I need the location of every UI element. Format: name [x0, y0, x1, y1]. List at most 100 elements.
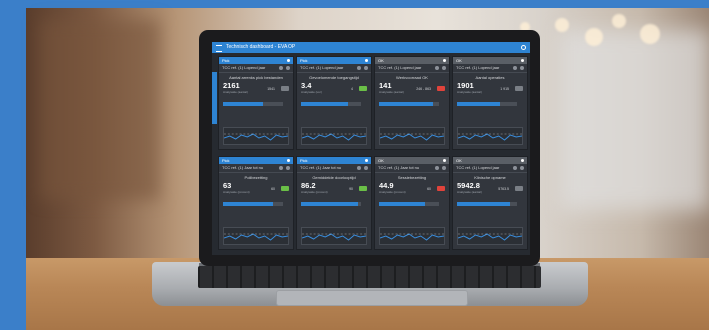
- dashboard-widget[interactable]: OK TCC ref. (1) Jaar tot nu Sessiebezettin…: [374, 156, 450, 250]
- widget-subheader: TCC ref. (1) Lopend jaar: [453, 164, 527, 173]
- trend-chart: [223, 227, 289, 245]
- progress-bar: [223, 202, 273, 206]
- widget-header-label: Pick: [222, 58, 230, 63]
- widget-secondary-value: 1541: [267, 87, 275, 91]
- status-badge: [281, 86, 289, 91]
- dashboard-widget[interactable]: Pick TCC ref. (1) Jaar tot nu Polibezettin…: [218, 156, 294, 250]
- progress-bar: [457, 202, 510, 206]
- settings-icon[interactable]: [364, 166, 368, 170]
- widget-subheader: TCC ref. (1) Lopend jaar: [297, 64, 371, 73]
- widget-subheader: TCC ref. (1) Jaar tot nu: [375, 164, 449, 173]
- widget-secondary-value: 60: [427, 187, 431, 191]
- progress-bar: [223, 102, 263, 106]
- widget-subheader: TCC ref. (1) Lopend jaar: [375, 64, 449, 73]
- dashboard-widget[interactable]: Pick TCC ref. (1) Jaar tot nu Gemiddelde d…: [296, 156, 372, 250]
- expand-icon[interactable]: [521, 59, 524, 62]
- widget-subheader: TCC ref. (1) Jaar tot nu: [297, 164, 371, 173]
- widget-subheader-label: TCC ref. (1) Lopend jaar: [300, 65, 344, 70]
- progress-bar: [379, 202, 425, 206]
- widget-secondary-value: 60: [271, 187, 275, 191]
- dashboard-widget[interactable]: OK TCC ref. (1) Lopend jaar Werkvoorraad O…: [374, 56, 450, 150]
- status-badge: [515, 86, 523, 91]
- laptop-keyboard: [198, 266, 541, 288]
- filter-icon[interactable]: [435, 166, 439, 170]
- widget-header-label: Pick: [300, 158, 308, 163]
- top-frame-strip: [0, 0, 709, 8]
- settings-icon[interactable]: [286, 66, 290, 70]
- background-window: [560, 30, 709, 210]
- widget-subheader-label: TCC ref. (1) Lopend jaar: [456, 165, 500, 170]
- bokeh-light: [612, 14, 626, 28]
- status-badge: [515, 186, 523, 191]
- dashboard-widget[interactable]: Pick TCC ref. (1) Lopend jaar Gevoelomende…: [296, 56, 372, 150]
- expand-icon[interactable]: [443, 59, 446, 62]
- widget-title: Gevoelomende toegangstijd: [309, 75, 359, 80]
- trend-chart: [301, 127, 367, 145]
- gear-icon[interactable]: [521, 45, 526, 50]
- filter-icon[interactable]: [279, 66, 283, 70]
- menu-icon[interactable]: [216, 45, 222, 52]
- widget-header-label: Pick: [300, 58, 308, 63]
- trend-chart: [457, 227, 523, 245]
- settings-icon[interactable]: [520, 66, 524, 70]
- trend-line: [302, 133, 366, 141]
- widget-title: Sessiebezetting: [397, 175, 427, 180]
- settings-icon[interactable]: [286, 166, 290, 170]
- widget-header: OK: [453, 157, 527, 164]
- widget-header: Pick: [219, 157, 293, 164]
- dashboard-screen: Technisch dashboard - EVA OP Pick TCC ref…: [212, 42, 530, 255]
- trend-line: [380, 233, 444, 241]
- progress-bar: [457, 102, 500, 106]
- dashboard-widget[interactable]: OK TCC ref. (1) Lopend jaar Aantal operati…: [452, 56, 528, 150]
- app-title-suffix: OP: [288, 44, 296, 50]
- trend-chart: [223, 127, 289, 145]
- widget-subheader-label: TCC ref. (1) Jaar tot nu: [378, 165, 420, 170]
- expand-icon[interactable]: [287, 59, 290, 62]
- trend-line: [302, 233, 366, 241]
- widget-header-label: OK: [378, 58, 384, 63]
- widget-header: OK: [453, 57, 527, 64]
- trend-chart: [301, 227, 367, 245]
- widget-subheader: TCC ref. (1) Lopend jaar: [219, 64, 293, 73]
- settings-icon[interactable]: [442, 66, 446, 70]
- widget-header: OK: [375, 57, 449, 64]
- widget-header-label: OK: [456, 158, 462, 163]
- widget-title: Polibezetting: [244, 175, 268, 180]
- filter-icon[interactable]: [435, 66, 439, 70]
- expand-icon[interactable]: [365, 159, 368, 162]
- widget-subheader-label: TCC ref. (1) Lopend jaar: [378, 65, 422, 70]
- widget-subheader-label: TCC ref. (1) Lopend jaar: [222, 65, 266, 70]
- filter-icon[interactable]: [279, 166, 283, 170]
- trend-line: [380, 133, 444, 141]
- side-tab[interactable]: [212, 72, 217, 124]
- background-shelf: [40, 20, 160, 200]
- filter-icon[interactable]: [357, 166, 361, 170]
- widget-subheader-label: TCC ref. (1) Jaar tot nu: [222, 165, 264, 170]
- laptop-trackpad[interactable]: [276, 290, 468, 306]
- filter-icon[interactable]: [513, 66, 517, 70]
- settings-icon[interactable]: [364, 66, 368, 70]
- widget-title: Werkvoorraad OK: [396, 75, 428, 80]
- expand-icon[interactable]: [443, 159, 446, 162]
- expand-icon[interactable]: [287, 159, 290, 162]
- dashboard-widget[interactable]: OK TCC ref. (1) Lopend jaar Klinische opna…: [452, 156, 528, 250]
- filter-icon[interactable]: [513, 166, 517, 170]
- widget-header: Pick: [297, 157, 371, 164]
- status-badge: [281, 186, 289, 191]
- widget-header-label: OK: [378, 158, 384, 163]
- widget-header: OK: [375, 157, 449, 164]
- expand-icon[interactable]: [521, 159, 524, 162]
- dashboard-widget[interactable]: Pick TCC ref. (1) Lopend jaar Aantal arren…: [218, 56, 294, 150]
- status-badge: [437, 186, 445, 191]
- filter-icon[interactable]: [357, 66, 361, 70]
- widget-subheader: TCC ref. (1) Lopend jaar: [453, 64, 527, 73]
- app-topbar: Technisch dashboard - EVA OP: [212, 42, 530, 53]
- trend-line: [458, 133, 522, 141]
- trend-chart: [379, 127, 445, 145]
- settings-icon[interactable]: [520, 166, 524, 170]
- expand-icon[interactable]: [365, 59, 368, 62]
- trend-line: [224, 233, 288, 241]
- settings-icon[interactable]: [442, 166, 446, 170]
- widget-secondary-value: 246 - 863: [416, 87, 431, 91]
- left-frame-strip: [0, 0, 26, 330]
